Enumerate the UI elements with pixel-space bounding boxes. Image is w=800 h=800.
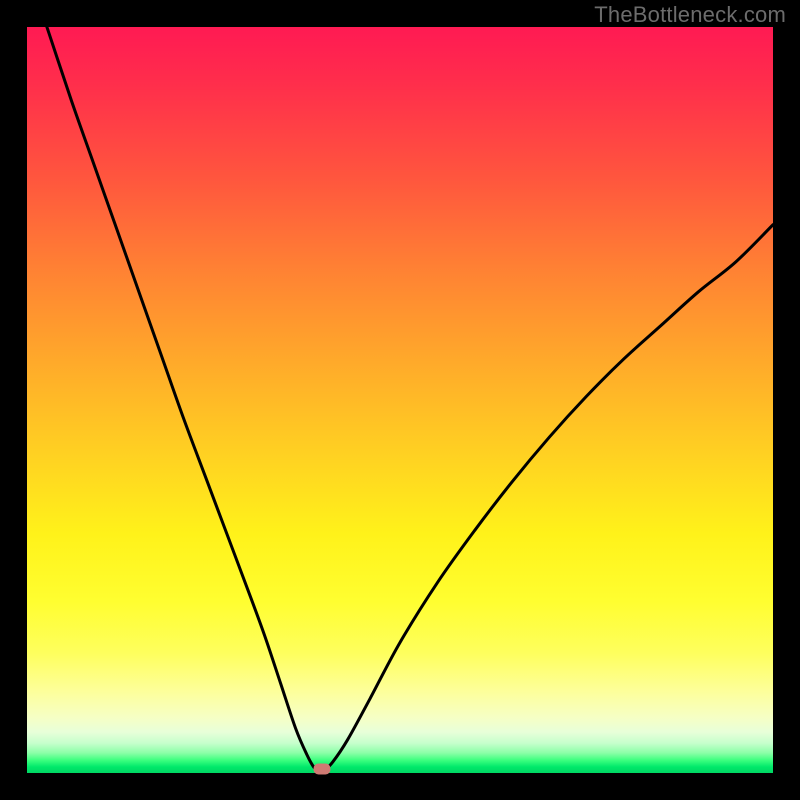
watermark-text: TheBottleneck.com <box>594 2 786 28</box>
bottleneck-marker <box>313 764 330 775</box>
bottleneck-curve <box>27 27 773 773</box>
chart-stage: TheBottleneck.com <box>0 0 800 800</box>
plot-area <box>27 27 773 773</box>
